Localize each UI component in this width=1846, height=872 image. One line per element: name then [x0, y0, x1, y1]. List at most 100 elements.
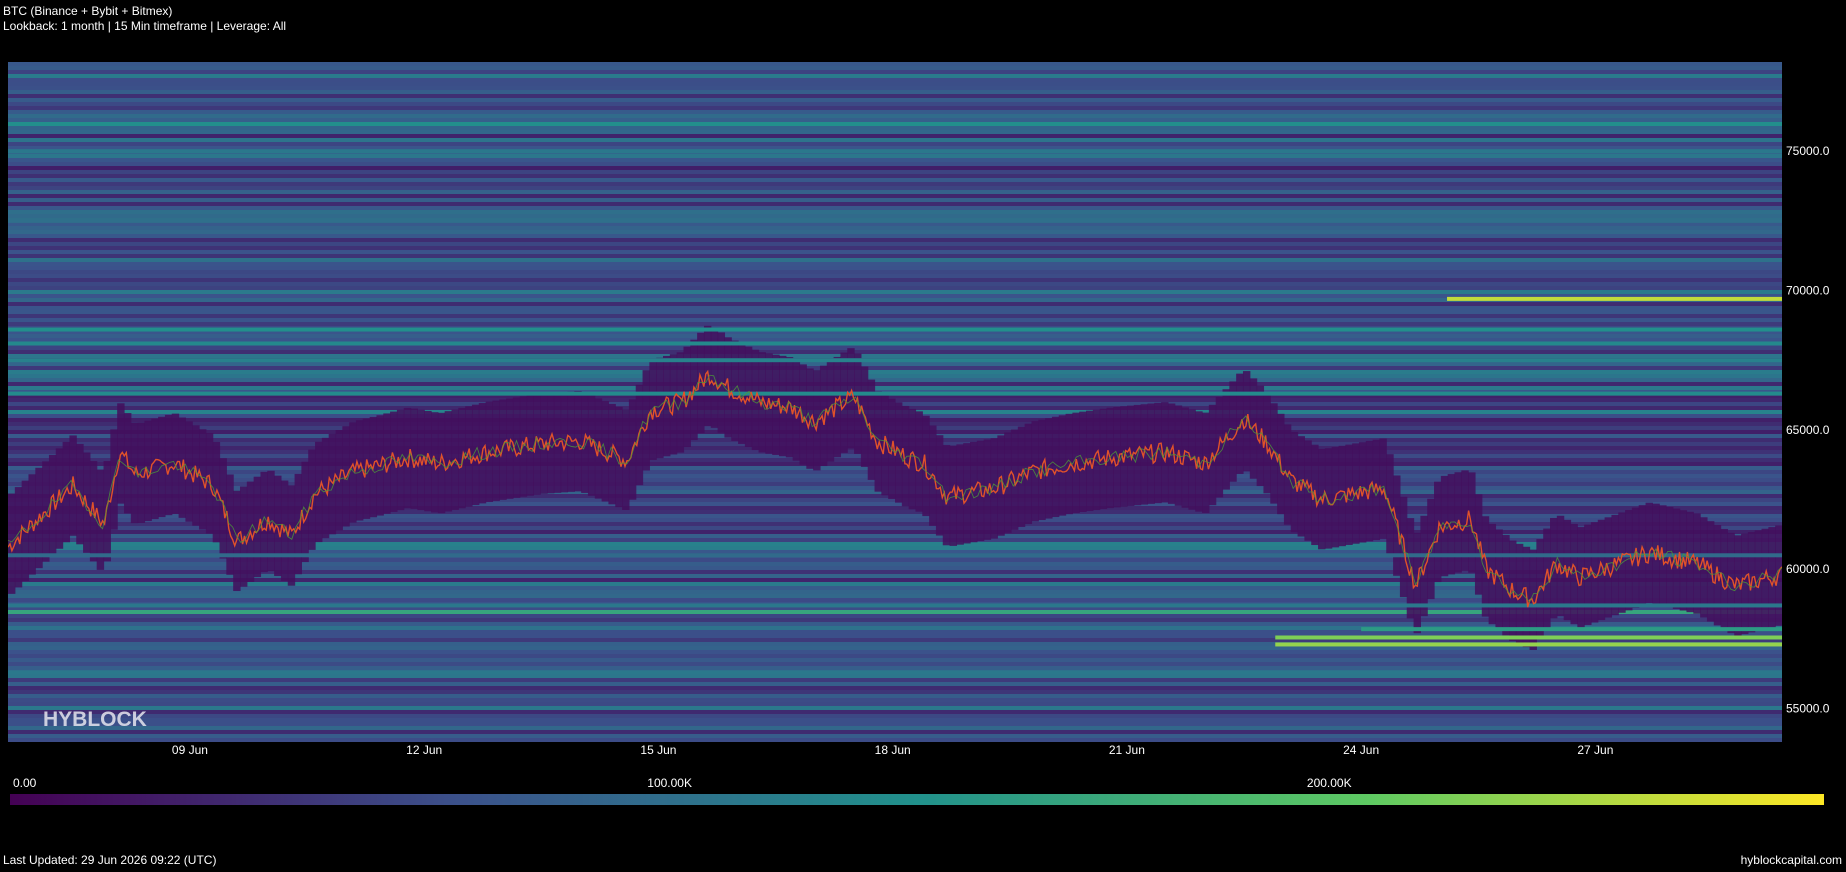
heatmap-cleared-zone: [1031, 421, 1039, 522]
heatmap-row: [8, 114, 1782, 119]
heatmap-cleared-zone: [158, 416, 166, 518]
heatmap-row: [8, 134, 1782, 139]
heatmap-cleared-zone: [137, 422, 146, 523]
heatmap-row: [8, 698, 1782, 703]
heatmap-row: [8, 266, 1782, 271]
heatmap-cleared-zone: [499, 399, 507, 500]
heatmap-row: [8, 722, 1782, 727]
heatmap-row: [8, 678, 1782, 683]
heatmap-cleared-zone: [308, 449, 316, 550]
x-tick-label: 12 Jun: [406, 743, 442, 757]
heatmap-row: [8, 110, 1782, 115]
heatmap-row: [8, 378, 1782, 383]
heatmap-area: [8, 62, 1782, 742]
heatmap-row: [8, 282, 1782, 287]
heatmap-row: [8, 170, 1782, 175]
liquidation-band: [8, 603, 1782, 608]
heatmap-row: [8, 118, 1782, 123]
liquidation-band: [8, 341, 1782, 346]
heatmap-cleared-zone: [1495, 529, 1503, 630]
heatmap-row: [8, 306, 1782, 311]
liquidation-band: [1447, 296, 1782, 301]
heatmap-row: [8, 646, 1782, 651]
colorbar-tick-label: 200.00K: [1307, 776, 1352, 790]
heatmap-row: [8, 202, 1782, 207]
hyblock-watermark: HYBLOCK: [43, 708, 147, 731]
heatmap-row: [8, 290, 1782, 295]
heatmap-row: [8, 666, 1782, 671]
heatmap-cleared-zone: [642, 370, 650, 471]
heatmap-cleared-zone: [772, 354, 780, 455]
heatmap-row: [8, 82, 1782, 87]
heatmap-cleared-zone: [1768, 527, 1776, 628]
heatmap-row: [8, 674, 1782, 679]
heatmap-row: [8, 250, 1782, 255]
heatmap-row: [8, 714, 1782, 719]
x-tick-label: 27 Jun: [1577, 743, 1613, 757]
heatmap-row: [8, 662, 1782, 667]
heatmap-cleared-zone: [1215, 397, 1224, 498]
heatmap-row: [8, 322, 1782, 327]
heatmap-cleared-zone: [1229, 381, 1237, 482]
heatmap-row: [8, 66, 1782, 71]
heatmap-row: [8, 182, 1782, 187]
heatmap-row: [8, 370, 1782, 375]
heatmap-row: [8, 278, 1782, 283]
heatmap-row: [8, 318, 1782, 323]
heatmap-row: [8, 350, 1782, 355]
heatmap-row: [8, 346, 1782, 351]
heatmap-row: [8, 186, 1782, 191]
heatmap-cleared-zone: [1427, 498, 1435, 600]
heatmap-row: [8, 214, 1782, 219]
heatmap-cleared-zone: [253, 476, 262, 578]
x-tick-label: 15 Jun: [640, 743, 676, 757]
heatmap-cleared-zone: [362, 418, 371, 519]
heatmap-row: [8, 706, 1782, 711]
heatmap-cleared-zone: [287, 485, 296, 586]
heatmap-row: [8, 138, 1782, 143]
heatmap-row: [8, 126, 1782, 131]
heatmap-row: [8, 230, 1782, 235]
heatmap-row: [8, 374, 1782, 379]
heatmap-row: [8, 158, 1782, 163]
heatmap-row: [8, 258, 1782, 263]
heatmap-row: [8, 718, 1782, 723]
heatmap-row: [8, 286, 1782, 291]
liquidation-band: [8, 218, 1782, 223]
heatmap-row: [8, 734, 1782, 739]
heatmap-cleared-zone: [813, 370, 821, 471]
heatmap-cleared-zone: [915, 411, 923, 512]
heatmap-cleared-zone: [574, 391, 582, 492]
heatmap-row: [8, 366, 1782, 371]
colorbar-tick-label: 0.00: [13, 776, 37, 790]
heatmap-row: [8, 730, 1782, 735]
heatmap-cleared-zone: [1700, 517, 1708, 618]
liquidation-band: [1275, 642, 1782, 647]
liquidation-band: [8, 391, 1782, 396]
y-tick-label: 75000.0: [1786, 144, 1830, 158]
heatmap-row: [8, 310, 1782, 315]
heatmap-cleared-zone: [1386, 454, 1394, 555]
colorbar: 0.00 100.00K 200.00K: [10, 776, 1824, 805]
heatmap-cleared-zone: [328, 433, 337, 535]
heatmap-row: [8, 70, 1782, 75]
heatmap-row: [8, 650, 1782, 655]
heatmap-row: [8, 226, 1782, 231]
heatmap-row: [8, 690, 1782, 695]
heatmap-row: [8, 382, 1782, 387]
heatmap-row: [8, 314, 1782, 319]
heatmap-row: [8, 154, 1782, 159]
heatmap-row: [8, 686, 1782, 691]
last-updated: Last Updated: 29 Jun 2026 09:22 (UTC): [3, 853, 217, 867]
heatmap-row: [8, 106, 1782, 111]
heatmap-row: [8, 246, 1782, 251]
y-tick-label: 55000.0: [1786, 702, 1830, 716]
heatmap-row: [8, 206, 1782, 211]
heatmap-cleared-zone: [1481, 516, 1490, 617]
heatmap-cleared-zone: [1051, 416, 1060, 518]
heatmap-row: [8, 362, 1782, 367]
liquidation-band: [8, 670, 1782, 675]
heatmap-cleared-zone: [1099, 408, 1108, 510]
y-tick-label: 70000.0: [1786, 284, 1830, 298]
heatmap-row: [8, 130, 1782, 135]
